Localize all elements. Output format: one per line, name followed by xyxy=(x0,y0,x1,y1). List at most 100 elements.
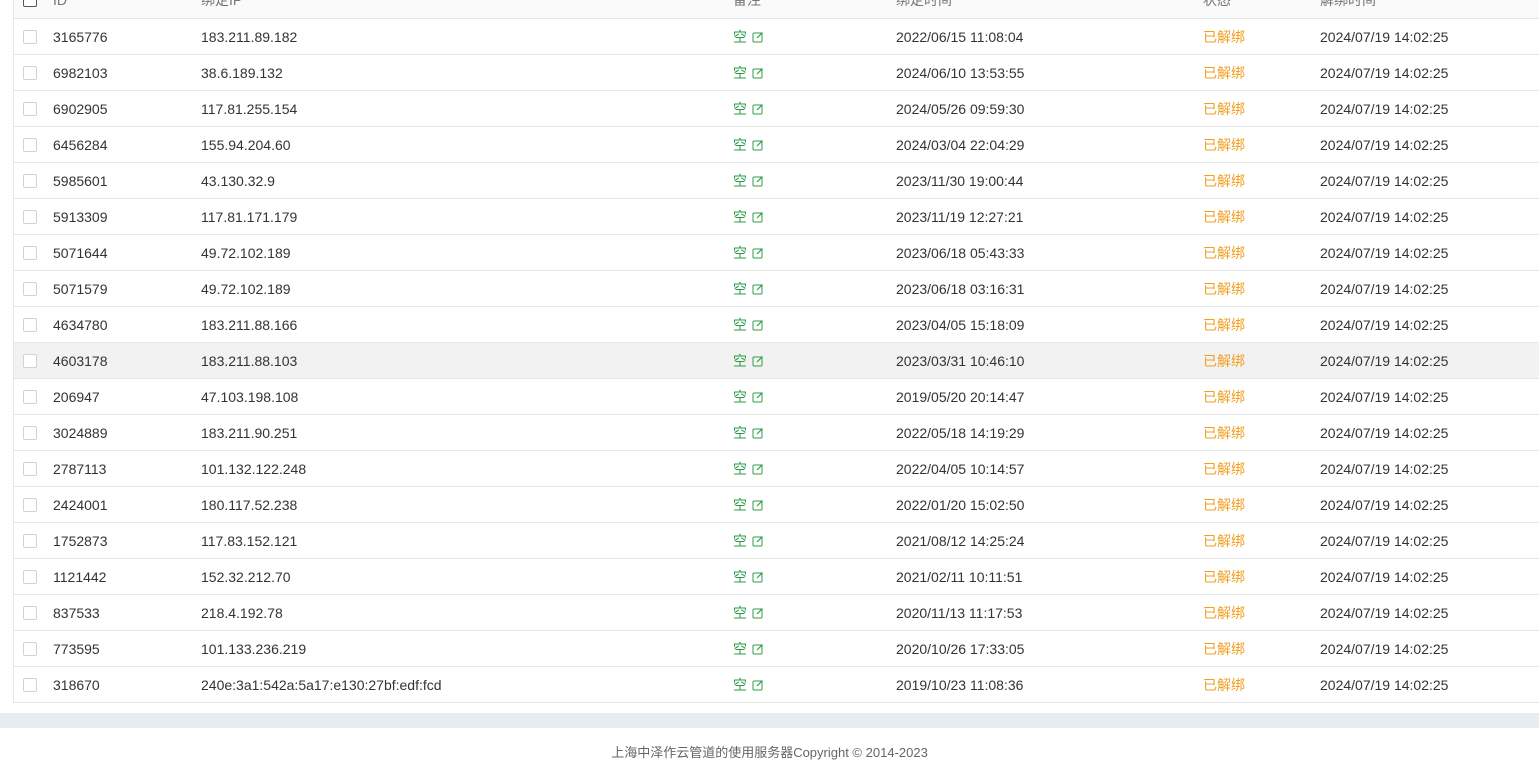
row-checkbox[interactable] xyxy=(23,29,37,44)
row-ip: 47.103.198.108 xyxy=(201,388,299,405)
row-note[interactable]: 空 xyxy=(733,127,764,162)
row-note[interactable]: 空 xyxy=(733,343,764,378)
table-row[interactable]: 6902905 117.81.255.154 空 2024/05/26 09:59:3… xyxy=(14,91,1539,127)
row-note[interactable]: 空 xyxy=(733,523,764,558)
row-checkbox[interactable] xyxy=(23,605,37,620)
select-all-checkbox[interactable] xyxy=(23,0,37,7)
row-note[interactable]: 空 xyxy=(733,55,764,90)
table-row[interactable]: 773595 101.133.236.219 空 2020/10/26 17:33:0… xyxy=(14,631,1539,667)
table-row[interactable]: 206947 47.103.198.108 空 2019/05/20 20:14:47… xyxy=(14,379,1539,415)
row-checkbox[interactable] xyxy=(23,137,37,152)
row-ip: 49.72.102.189 xyxy=(201,244,291,261)
row-checkbox[interactable] xyxy=(23,497,37,512)
note-value: 空 xyxy=(733,424,747,441)
table-row[interactable]: 6982103 38.6.189.132 空 2024/06/10 13:53:55 已… xyxy=(14,55,1539,91)
row-ip: 183.211.88.103 xyxy=(201,352,298,369)
edit-icon[interactable] xyxy=(752,319,764,331)
row-note[interactable]: 空 xyxy=(733,559,764,594)
header-status[interactable]: 状态 xyxy=(1203,0,1231,18)
row-id: 5985601 xyxy=(53,172,108,189)
row-checkbox[interactable] xyxy=(23,461,37,476)
edit-icon[interactable] xyxy=(752,103,764,115)
row-checkbox[interactable] xyxy=(23,533,37,548)
table-row[interactable]: 837533 218.4.192.78 空 2020/11/13 11:17:53 已解… xyxy=(14,595,1539,631)
row-note[interactable]: 空 xyxy=(733,91,764,126)
row-checkbox[interactable] xyxy=(23,173,37,188)
row-unbind-time: 2024/07/19 14:02:25 xyxy=(1320,100,1449,117)
row-note[interactable]: 空 xyxy=(733,19,764,54)
header-unbind-time[interactable]: 解绑时间 xyxy=(1320,0,1376,18)
header-ip[interactable]: 绑定IP xyxy=(201,0,242,18)
edit-icon[interactable] xyxy=(752,427,764,439)
edit-icon[interactable] xyxy=(752,31,764,43)
edit-icon[interactable] xyxy=(752,679,764,691)
row-checkbox[interactable] xyxy=(23,65,37,80)
row-ip: 180.117.52.238 xyxy=(201,496,298,513)
row-checkbox[interactable] xyxy=(23,425,37,440)
row-note[interactable]: 空 xyxy=(733,595,764,630)
edit-icon[interactable] xyxy=(752,247,764,259)
table-row[interactable]: 2787113 101.132.122.248 空 2022/04/05 10:14:… xyxy=(14,451,1539,487)
table-row[interactable]: 4603178 183.211.88.103 空 2023/03/31 10:46:1… xyxy=(14,343,1539,379)
note-value: 空 xyxy=(733,244,747,261)
row-unbind-time: 2024/07/19 14:02:25 xyxy=(1320,640,1449,657)
row-note[interactable]: 空 xyxy=(733,415,764,450)
row-checkbox[interactable] xyxy=(23,101,37,116)
table-row[interactable]: 5071579 49.72.102.189 空 2023/06/18 03:16:31… xyxy=(14,271,1539,307)
table-row[interactable]: 5913309 117.81.171.179 空 2023/11/19 12:27:2… xyxy=(14,199,1539,235)
table-row[interactable]: 1752873 117.83.152.121 空 2021/08/12 14:25:2… xyxy=(14,523,1539,559)
row-note[interactable]: 空 xyxy=(733,271,764,306)
row-checkbox[interactable] xyxy=(23,353,37,368)
row-note[interactable]: 空 xyxy=(733,667,764,702)
edit-icon[interactable] xyxy=(752,211,764,223)
row-checkbox[interactable] xyxy=(23,281,37,296)
row-checkbox[interactable] xyxy=(23,641,37,656)
row-note[interactable]: 空 xyxy=(733,307,764,342)
table-row[interactable]: 1121442 152.32.212.70 空 2021/02/11 10:11:51… xyxy=(14,559,1539,595)
table-row[interactable]: 6456284 155.94.204.60 空 2024/03/04 22:04:29… xyxy=(14,127,1539,163)
row-checkbox[interactable] xyxy=(23,209,37,224)
note-value: 空 xyxy=(733,676,747,693)
edit-icon[interactable] xyxy=(752,67,764,79)
note-value: 空 xyxy=(733,172,747,189)
row-checkbox[interactable] xyxy=(23,317,37,332)
table-row[interactable]: 5985601 43.130.32.9 空 2023/11/30 19:00:44 已解… xyxy=(14,163,1539,199)
status-badge: 已解绑 xyxy=(1203,568,1245,585)
header-bind-time[interactable]: 绑定时间 xyxy=(896,0,952,18)
table-row[interactable]: 3165776 183.211.89.182 空 2022/06/15 11:08:0… xyxy=(14,19,1539,55)
table-row[interactable]: 3024889 183.211.90.251 空 2022/05/18 14:19:2… xyxy=(14,415,1539,451)
row-checkbox[interactable] xyxy=(23,569,37,584)
row-bind-time: 2020/10/26 17:33:05 xyxy=(896,640,1025,657)
row-note[interactable]: 空 xyxy=(733,199,764,234)
edit-icon[interactable] xyxy=(752,535,764,547)
row-note[interactable]: 空 xyxy=(733,235,764,270)
row-checkbox[interactable] xyxy=(23,389,37,404)
row-checkbox[interactable] xyxy=(23,677,37,692)
row-note[interactable]: 空 xyxy=(733,487,764,522)
edit-icon[interactable] xyxy=(752,175,764,187)
row-bind-time: 2019/10/23 11:08:36 xyxy=(896,676,1024,693)
edit-icon[interactable] xyxy=(752,499,764,511)
table-row[interactable]: 4634780 183.211.88.166 空 2023/04/05 15:18:0… xyxy=(14,307,1539,343)
row-note[interactable]: 空 xyxy=(733,379,764,414)
edit-icon[interactable] xyxy=(752,283,764,295)
table-row[interactable]: 2424001 180.117.52.238 空 2022/01/20 15:02:5… xyxy=(14,487,1539,523)
edit-icon[interactable] xyxy=(752,355,764,367)
row-bind-time: 2024/05/26 09:59:30 xyxy=(896,100,1025,117)
row-note[interactable]: 空 xyxy=(733,163,764,198)
edit-icon[interactable] xyxy=(752,571,764,583)
edit-icon[interactable] xyxy=(752,391,764,403)
table-row[interactable]: 5071644 49.72.102.189 空 2023/06/18 05:43:33… xyxy=(14,235,1539,271)
row-checkbox[interactable] xyxy=(23,245,37,260)
table-row[interactable]: 318670 240e:3a1:542a:5a17:e130:27bf:edf:f… xyxy=(14,667,1539,703)
row-bind-time: 2023/06/18 05:43:33 xyxy=(896,244,1025,261)
edit-icon[interactable] xyxy=(752,607,764,619)
header-note[interactable]: 备注 xyxy=(733,0,761,18)
header-id[interactable]: ID xyxy=(53,0,67,18)
edit-icon[interactable] xyxy=(752,643,764,655)
row-note[interactable]: 空 xyxy=(733,451,764,486)
row-unbind-time: 2024/07/19 14:02:25 xyxy=(1320,316,1449,333)
row-note[interactable]: 空 xyxy=(733,631,764,666)
edit-icon[interactable] xyxy=(752,463,764,475)
edit-icon[interactable] xyxy=(752,139,764,151)
